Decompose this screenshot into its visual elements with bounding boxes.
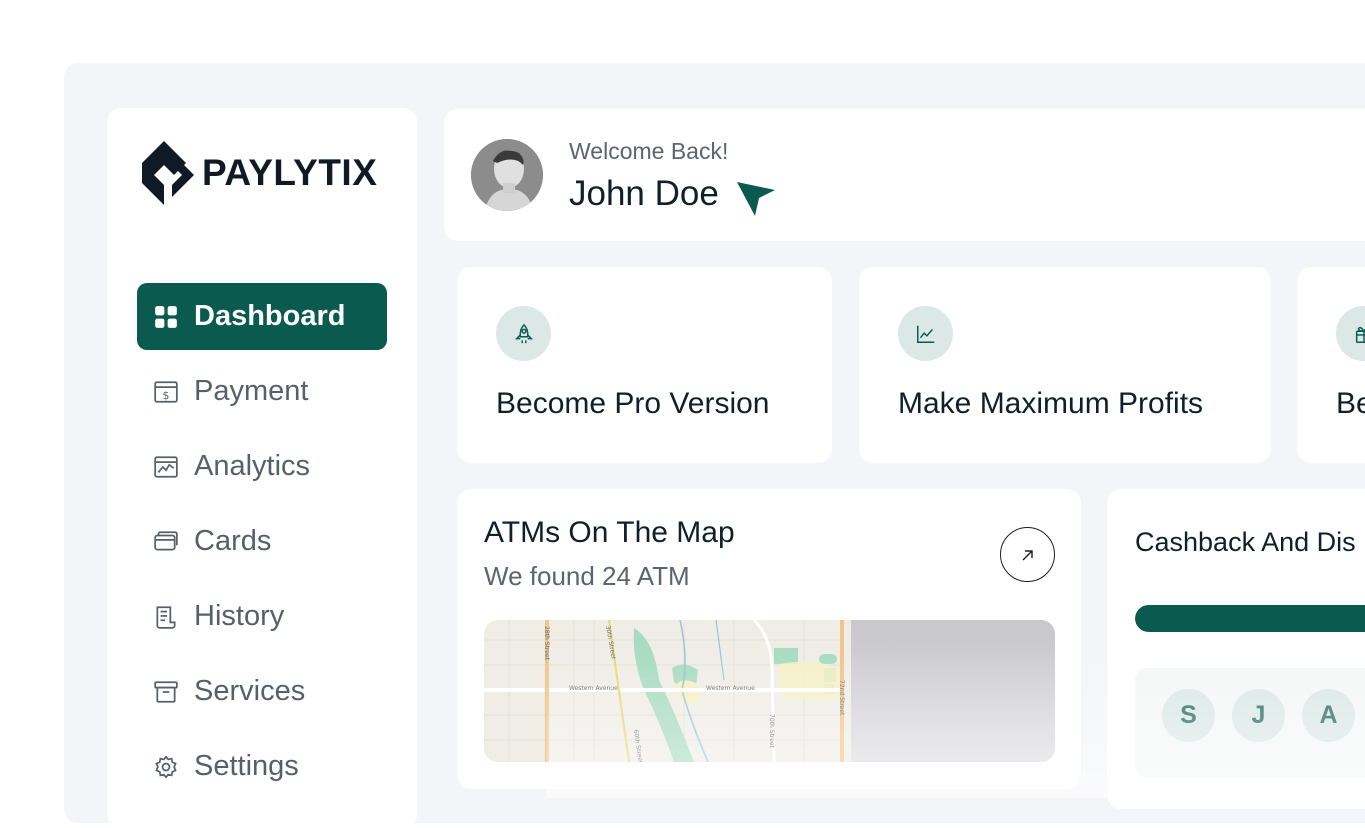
atm-subtitle: We found 24 ATM	[484, 561, 690, 591]
paylytix-logo-icon	[142, 141, 194, 205]
cards-icon	[153, 529, 179, 555]
map-label: Western Avenue	[706, 685, 755, 692]
grid-icon	[153, 304, 179, 330]
brand-logo[interactable]: PAYLYTIX	[140, 139, 377, 207]
map-label: 72nd Street	[838, 680, 845, 716]
map-label: 28th Street	[543, 626, 550, 661]
sidebar-nav: Dashboard $ Payment Analytics Cards Hist…	[137, 283, 387, 808]
arrow-up-right-icon	[1022, 549, 1033, 560]
atm-title: ATMs On The Map	[484, 516, 735, 549]
feature-title: Make Maximum Profits	[898, 387, 1204, 420]
history-icon	[153, 604, 179, 630]
avatar[interactable]	[471, 139, 543, 211]
gift-icon	[1336, 306, 1365, 361]
feature-card-profits[interactable]: Make Maximum Profits	[859, 267, 1271, 463]
sidebar-item-label: Analytics	[194, 450, 311, 482]
svg-text:$: $	[163, 389, 170, 402]
map-label: Western Avenue	[569, 685, 618, 692]
sidebar-item-cards[interactable]: Cards	[137, 508, 387, 575]
welcome-text: Welcome Back!	[569, 138, 729, 164]
analytics-icon	[153, 454, 179, 480]
feature-card-third[interactable]: Be	[1297, 267, 1365, 463]
sidebar-item-payment[interactable]: $ Payment	[137, 358, 387, 425]
open-map-button[interactable]	[1000, 527, 1055, 582]
sidebar-item-services[interactable]: Services	[137, 658, 387, 725]
rocket-icon	[496, 306, 551, 361]
sidebar-item-dashboard[interactable]: Dashboard	[137, 283, 387, 350]
brand-name: PAYLYTIX	[202, 152, 378, 193]
sidebar-item-label: Services	[194, 675, 306, 707]
map-image: Western Avenue Western Avenue 28th Stree…	[484, 620, 1055, 762]
sidebar-item-label: History	[194, 600, 285, 632]
cashback-progress	[1135, 605, 1365, 632]
avatar[interactable]: A	[1302, 689, 1355, 742]
avatar[interactable]: J	[1232, 689, 1285, 742]
map-label: 70th Street	[768, 714, 775, 749]
feature-title: Be	[1336, 387, 1365, 420]
feature-title: Become Pro Version	[496, 387, 770, 420]
avatar[interactable]: S	[1162, 689, 1215, 742]
gear-icon	[153, 754, 179, 780]
chart-icon	[898, 306, 953, 361]
avatar-photo	[471, 139, 543, 211]
sidebar-item-history[interactable]: History	[137, 583, 387, 650]
cashback-title: Cashback And Dis	[1135, 527, 1356, 557]
cashback-progress-fill	[1135, 605, 1365, 632]
cursor-icon	[737, 182, 775, 216]
archive-icon	[153, 679, 179, 705]
sidebar-item-label: Payment	[194, 375, 309, 407]
atm-map[interactable]: Western Avenue Western Avenue 28th Stree…	[484, 620, 1055, 762]
sidebar-item-label: Settings	[194, 750, 299, 782]
payment-icon: $	[153, 379, 179, 405]
sidebar-item-settings[interactable]: Settings	[137, 733, 387, 800]
user-name: John Doe	[569, 174, 719, 213]
feature-card-pro[interactable]: Become Pro Version	[457, 267, 832, 463]
sidebar-item-label: Dashboard	[194, 300, 346, 332]
sidebar-item-analytics[interactable]: Analytics	[137, 433, 387, 500]
sidebar-item-label: Cards	[194, 525, 272, 557]
